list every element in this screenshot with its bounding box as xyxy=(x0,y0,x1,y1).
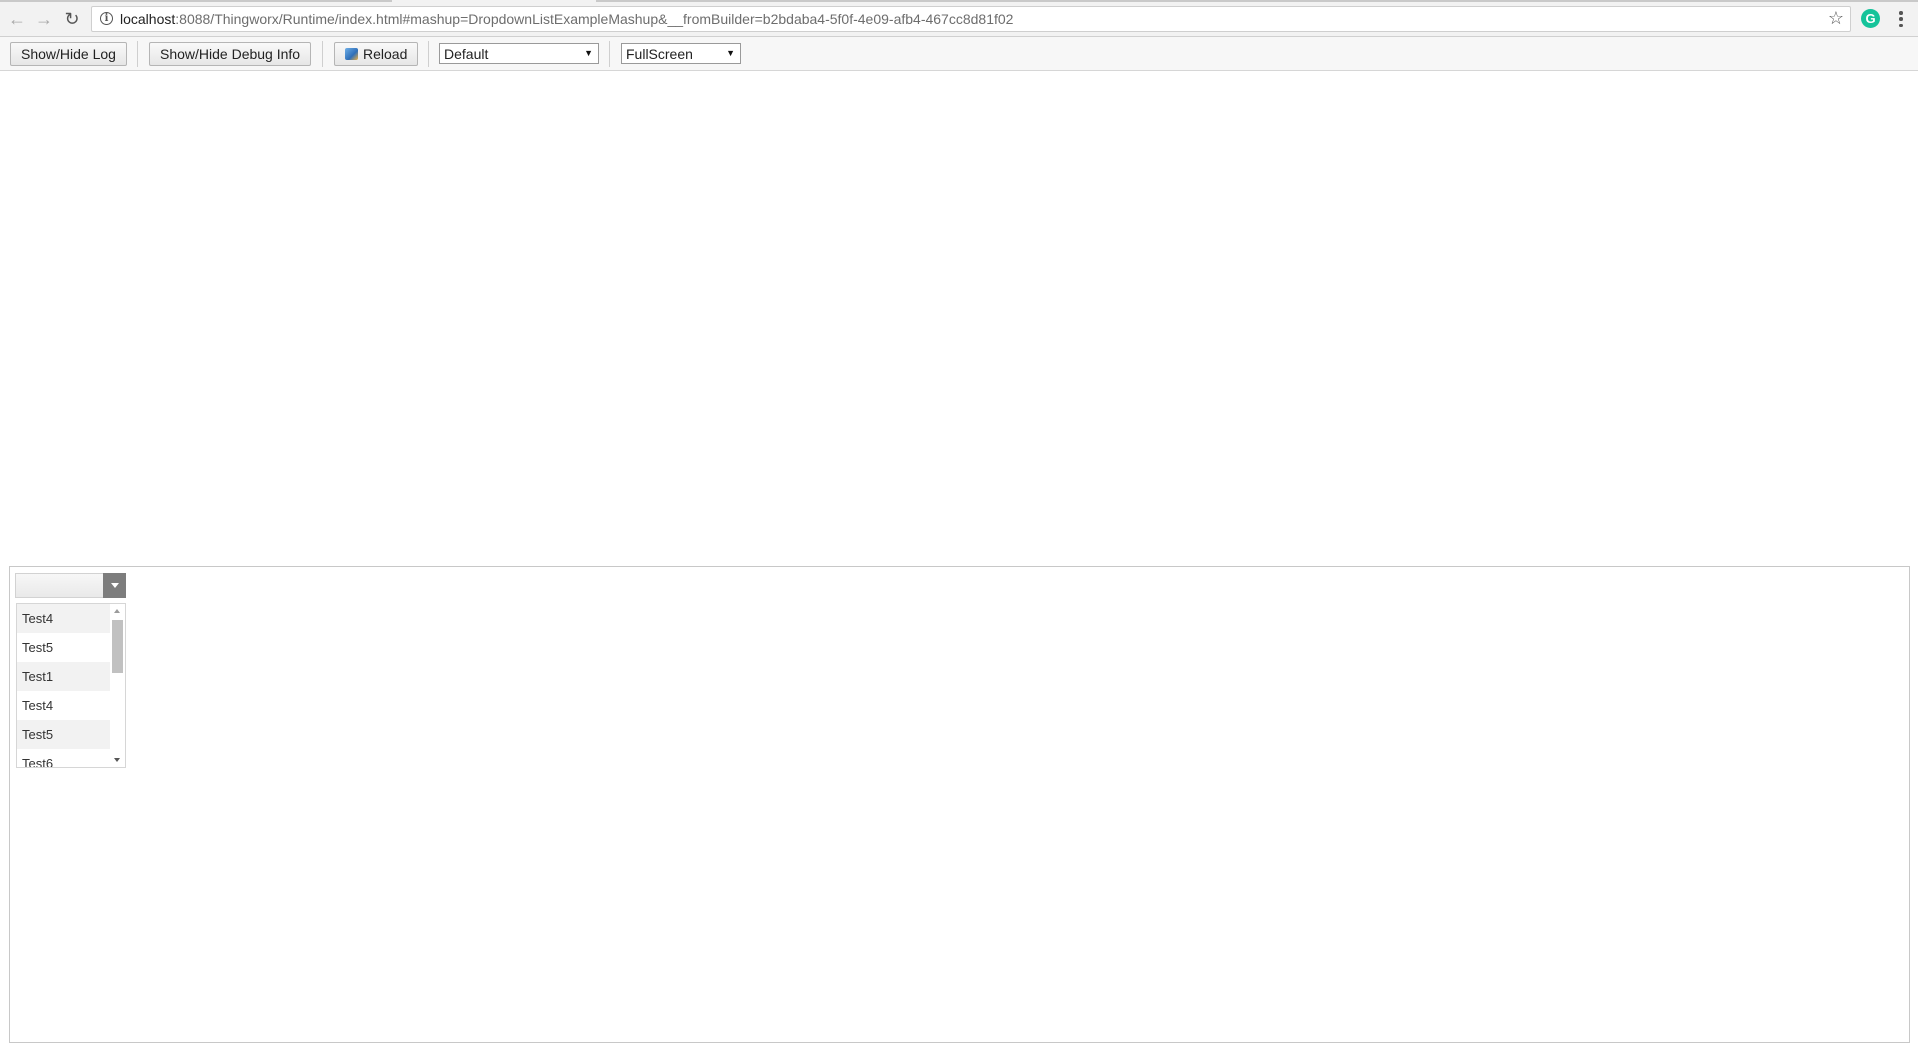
url-text: localhost:8088/Thingworx/Runtime/index.h… xyxy=(120,11,1013,27)
show-hide-log-button[interactable]: Show/Hide Log xyxy=(10,42,127,66)
dropdown-option[interactable]: Test5 xyxy=(17,720,111,749)
dropdown-option[interactable]: Test4 xyxy=(17,691,111,720)
forward-icon[interactable]: → xyxy=(33,8,55,30)
browser-menu-icon[interactable] xyxy=(1893,9,1909,29)
dropdown-option[interactable]: Test4 xyxy=(17,604,111,633)
view-mode-select[interactable]: FullScreen ▼ xyxy=(621,43,741,64)
show-hide-debug-button[interactable]: Show/Hide Debug Info xyxy=(149,42,312,66)
tab-strip-left xyxy=(0,0,392,2)
chevron-down-icon: ▼ xyxy=(584,48,593,58)
view-mode-select-value: FullScreen xyxy=(626,45,693,62)
address-bar[interactable]: i localhost:8088/Thingworx/Runtime/index… xyxy=(91,6,1851,32)
runtime-toolbar: Show/Hide Log Show/Hide Debug Info Reloa… xyxy=(0,37,1918,71)
info-icon[interactable]: i xyxy=(100,12,113,25)
mashup-container: Test4 Test5 Test1 Test4 Test5 Test6 xyxy=(9,566,1910,1043)
url-path: :8088/Thingworx/Runtime/index.html#mashu… xyxy=(175,11,1014,27)
dropdown-option[interactable]: Test5 xyxy=(17,633,111,662)
url-host: localhost xyxy=(120,11,176,27)
dropdown-option[interactable]: Test1 xyxy=(17,662,111,691)
scroll-up-arrow-icon[interactable] xyxy=(114,609,120,613)
theme-select-value: Default xyxy=(444,45,489,62)
dropdown-toggle-button[interactable] xyxy=(103,573,126,598)
chevron-down-icon: ▼ xyxy=(726,48,735,58)
back-icon[interactable]: ← xyxy=(6,8,28,30)
bookmark-star-icon[interactable]: ☆ xyxy=(1828,8,1844,29)
theme-select[interactable]: Default ▼ xyxy=(439,43,599,64)
reload-button-label: Reload xyxy=(363,46,408,62)
dropdown-options-list[interactable]: Test4 Test5 Test1 Test4 Test5 Test6 xyxy=(16,603,126,768)
dropdown-scrollbar[interactable] xyxy=(110,604,125,767)
toolbar-divider xyxy=(322,41,323,67)
toolbar-divider xyxy=(428,41,429,67)
scrollbar-thumb[interactable] xyxy=(112,620,123,673)
dropdown-list-field[interactable] xyxy=(15,573,126,598)
chevron-down-icon xyxy=(110,583,119,588)
toolbar-divider xyxy=(137,41,138,67)
toolbar-divider xyxy=(609,41,610,67)
reload-icon xyxy=(345,48,358,60)
reload-page-icon[interactable]: ↻ xyxy=(61,8,83,30)
reload-button[interactable]: Reload xyxy=(334,42,419,66)
grammarly-extension-icon[interactable]: G xyxy=(1861,9,1880,28)
browser-chrome: ← → ↻ i localhost:8088/Thingworx/Runtime… xyxy=(0,0,1918,37)
dropdown-option[interactable]: Test6 xyxy=(17,749,111,767)
tab-strip-right xyxy=(596,0,1918,2)
scroll-down-arrow-icon[interactable] xyxy=(114,758,120,762)
